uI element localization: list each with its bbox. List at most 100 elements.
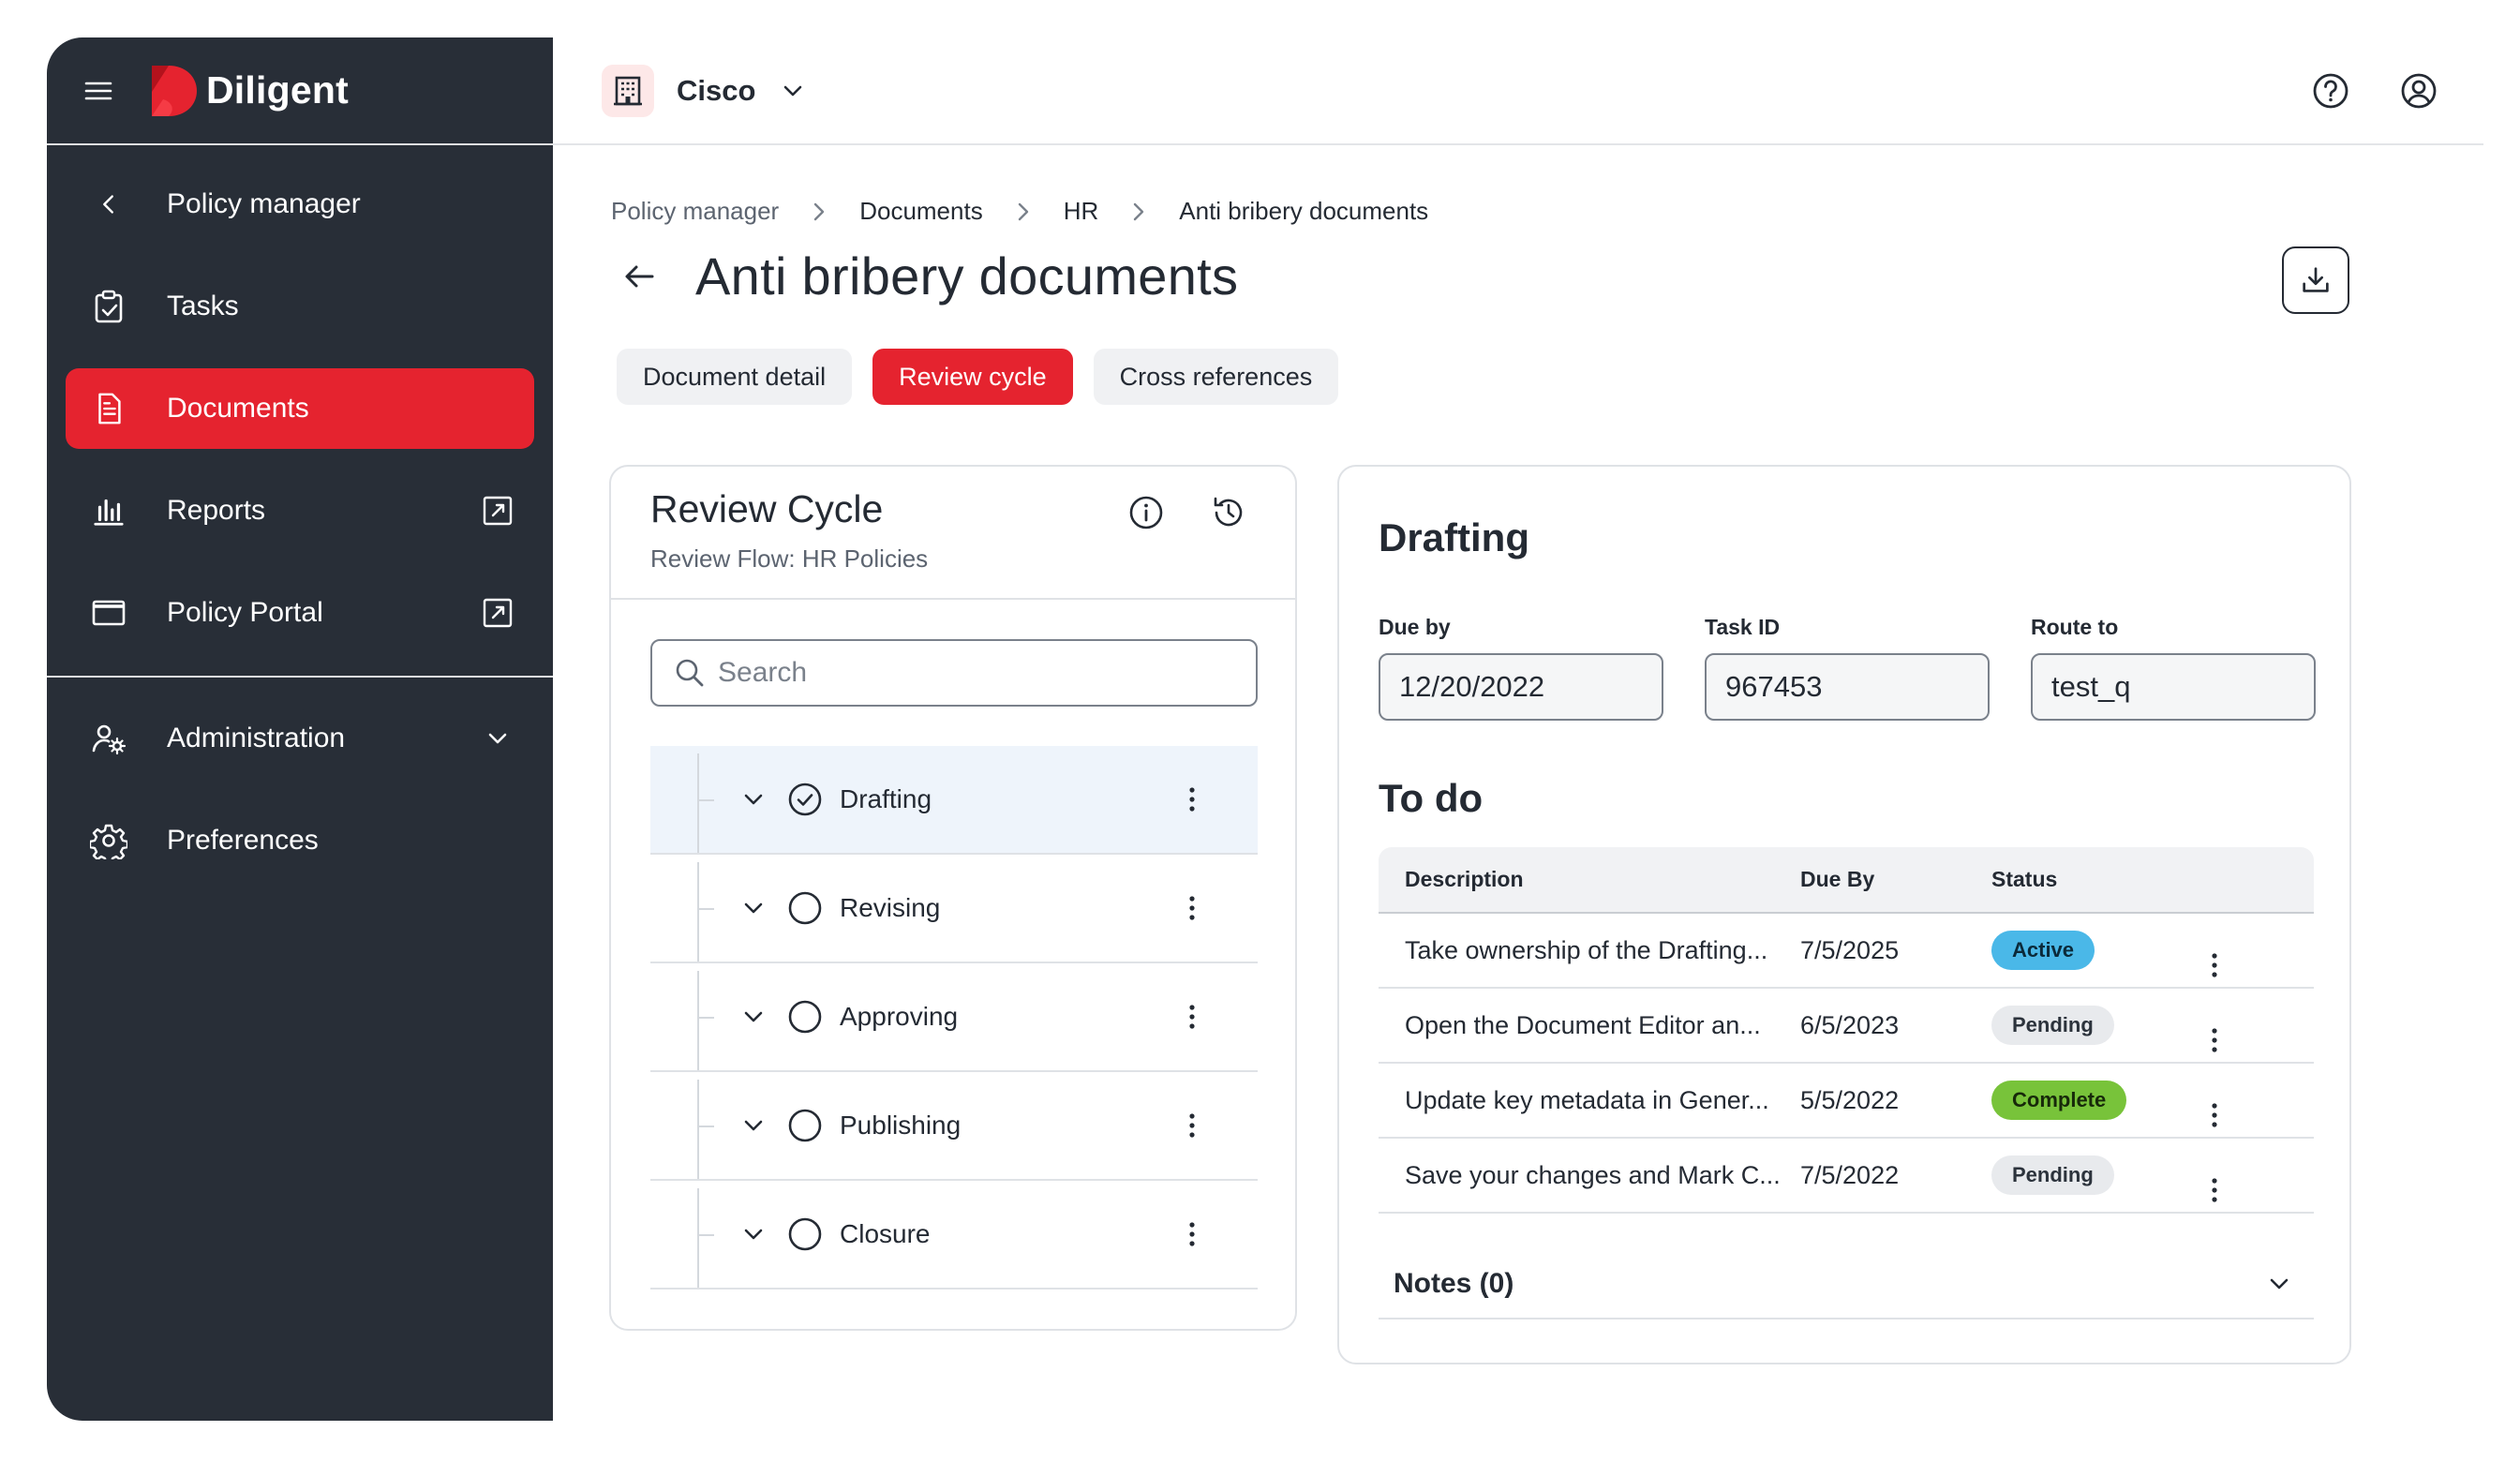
sidebar-item-label: Reports	[167, 495, 266, 526]
notes-label: Notes (0)	[1394, 1268, 1514, 1299]
step-publishing[interactable]: Publishing	[650, 1072, 1258, 1181]
step-approving[interactable]: Approving	[650, 963, 1258, 1072]
table-row[interactable]: Take ownership of the Drafting... 7/5/20…	[1379, 913, 2314, 989]
row-actions	[2198, 1138, 2314, 1214]
page-title-row: Anti bribery documents	[619, 246, 1238, 306]
column-description[interactable]: Description	[1379, 847, 1800, 914]
history-icon[interactable]	[1209, 493, 1248, 532]
review-cycle-actions	[1126, 493, 1248, 532]
column-due-by[interactable]: Due By	[1800, 847, 1991, 914]
tree-branch	[699, 1234, 714, 1236]
more-vertical-icon[interactable]	[2198, 1023, 2314, 1057]
chevron-down-icon[interactable]	[738, 784, 768, 814]
chevron-down-icon[interactable]	[738, 1002, 768, 1032]
more-vertical-icon[interactable]	[2198, 1098, 2314, 1132]
row-status: Pending	[1991, 988, 2198, 1064]
more-vertical-icon[interactable]	[1175, 783, 1209, 816]
steps-search-box	[650, 639, 1258, 707]
sidebar-item-label: Policy Portal	[167, 597, 323, 628]
external-link-icon[interactable]	[480, 493, 515, 529]
tree-line	[697, 971, 699, 1070]
tab-review-cycle[interactable]: Review cycle	[872, 349, 1073, 405]
search-input[interactable]	[718, 657, 1243, 689]
chevron-right-icon	[1126, 200, 1151, 224]
sidebar-admin-nav: Administration Preferences	[47, 678, 553, 881]
chevron-down-icon	[2263, 1268, 2295, 1300]
tree-line	[697, 1188, 699, 1288]
chevron-right-icon	[807, 200, 831, 224]
step-closure[interactable]: Closure	[650, 1181, 1258, 1290]
chevron-down-icon[interactable]	[482, 723, 514, 754]
info-icon[interactable]	[1126, 493, 1166, 532]
row-actions	[2198, 913, 2314, 989]
tree-branch	[699, 799, 714, 801]
row-status: Active	[1991, 913, 2198, 989]
search-icon	[673, 656, 707, 690]
step-label: Revising	[840, 893, 941, 922]
table-row[interactable]: Update key metadata in Gener... 5/5/2022…	[1379, 1063, 2314, 1139]
help-icon[interactable]	[2309, 69, 2352, 112]
notes-accordion[interactable]: Notes (0)	[1379, 1250, 2314, 1319]
chevron-down-icon[interactable]	[738, 893, 768, 923]
table-row[interactable]: Save your changes and Mark C... 7/5/2022…	[1379, 1138, 2314, 1214]
row-due-date: 7/5/2025	[1800, 913, 1991, 989]
field-label: Route to	[2031, 615, 2119, 639]
circle-icon	[787, 890, 823, 926]
todo-table: Description Due By Status Take ownership…	[1379, 847, 2314, 1214]
brand-logo[interactable]: Diligent	[148, 64, 349, 118]
step-label: Approving	[840, 1002, 959, 1031]
top-bar-actions	[2309, 69, 2440, 112]
chevron-down-icon[interactable]	[738, 1219, 768, 1249]
tab-document-detail[interactable]: Document detail	[617, 349, 853, 405]
diligent-logo-icon	[148, 64, 199, 118]
more-vertical-icon[interactable]	[1175, 1109, 1209, 1142]
step-revising[interactable]: Revising	[650, 855, 1258, 963]
route-to-value[interactable]: test_q	[2031, 653, 2316, 721]
task-id-value[interactable]: 967453	[1705, 653, 1990, 721]
step-label: Publishing	[840, 1111, 962, 1140]
breadcrumb-documents[interactable]: Documents	[859, 197, 983, 226]
step-drafting[interactable]: Drafting	[650, 746, 1258, 855]
row-due-date: 6/5/2023	[1800, 988, 1991, 1064]
due-by-value[interactable]: 12/20/2022	[1379, 653, 1663, 721]
row-description: Open the Document Editor an...	[1379, 988, 1800, 1064]
org-name: Cisco	[677, 73, 756, 107]
sidebar-item-policy-portal[interactable]: Policy Portal	[66, 573, 534, 653]
user-profile-icon[interactable]	[2397, 69, 2440, 112]
sidebar-item-preferences[interactable]: Preferences	[66, 800, 534, 881]
table-row[interactable]: Open the Document Editor an... 6/5/2023 …	[1379, 988, 2314, 1064]
hamburger-menu-icon[interactable]	[82, 75, 114, 107]
breadcrumb-hr[interactable]: HR	[1064, 197, 1099, 226]
sidebar-item-tasks[interactable]: Tasks	[66, 266, 534, 347]
sidebar-item-administration[interactable]: Administration	[66, 698, 534, 779]
route-to-field: Route to test_q	[2031, 615, 2316, 721]
back-arrow-icon[interactable]	[619, 255, 662, 298]
tree-line	[697, 753, 699, 853]
status-badge: Active	[1991, 931, 2095, 970]
external-link-icon[interactable]	[480, 595, 515, 631]
more-vertical-icon[interactable]	[2198, 948, 2314, 982]
sidebar-item-documents[interactable]: Documents	[66, 368, 534, 449]
download-icon	[2298, 262, 2334, 298]
more-vertical-icon[interactable]	[2198, 1173, 2314, 1207]
breadcrumb-policy-manager[interactable]: Policy manager	[611, 197, 779, 226]
org-switcher[interactable]: Cisco	[602, 64, 808, 117]
row-description: Update key metadata in Gener...	[1379, 1063, 1800, 1139]
chevron-down-icon[interactable]	[738, 1111, 768, 1141]
more-vertical-icon[interactable]	[1175, 1000, 1209, 1034]
status-badge: Complete	[1991, 1081, 2127, 1120]
review-steps-list: Drafting Revising Approving Publishing C…	[650, 746, 1258, 1290]
sidebar-item-label: Policy manager	[167, 188, 361, 219]
sidebar-item-policy-manager[interactable]: Policy manager	[66, 164, 534, 245]
row-actions	[2198, 1063, 2314, 1139]
more-vertical-icon[interactable]	[1175, 1217, 1209, 1251]
row-description: Save your changes and Mark C...	[1379, 1138, 1800, 1214]
sidebar-item-reports[interactable]: Reports	[66, 470, 534, 551]
more-vertical-icon[interactable]	[1175, 891, 1209, 925]
review-cycle-panel: Review Cycle Review Flow: HR Policies Dr…	[609, 465, 1297, 1331]
tab-cross-references[interactable]: Cross references	[1093, 349, 1339, 405]
status-badge: Pending	[1991, 1006, 2114, 1045]
download-button[interactable]	[2282, 246, 2349, 314]
column-status[interactable]: Status	[1991, 847, 2198, 914]
sidebar-item-label: Administration	[167, 723, 346, 753]
